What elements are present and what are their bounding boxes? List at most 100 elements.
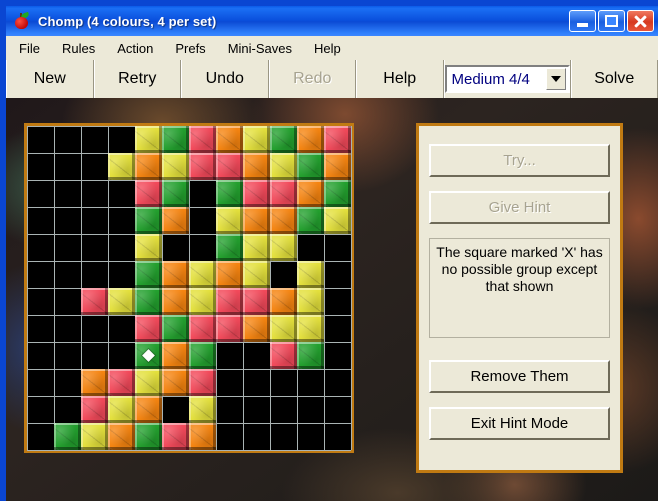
board-cell[interactable] [270, 180, 297, 207]
board-cell[interactable] [270, 207, 297, 234]
difficulty-select[interactable]: Medium 4/4 [444, 65, 570, 93]
board-cell[interactable] [297, 126, 324, 153]
board-cell[interactable] [216, 180, 243, 207]
board-cell[interactable] [297, 207, 324, 234]
board-cell[interactable] [297, 315, 324, 342]
board-cell[interactable] [324, 180, 351, 207]
board-cell[interactable] [216, 315, 243, 342]
board-cell[interactable] [243, 234, 270, 261]
board-cell[interactable] [270, 288, 297, 315]
board-cell[interactable] [108, 288, 135, 315]
board-cell[interactable] [81, 396, 108, 423]
menu-item-rules[interactable]: Rules [53, 39, 104, 58]
board-cell[interactable] [297, 342, 324, 369]
board-cell[interactable] [189, 315, 216, 342]
menu-item-mini-saves[interactable]: Mini-Saves [219, 39, 301, 58]
chevron-down-icon[interactable] [545, 68, 566, 90]
game-board[interactable] [24, 123, 354, 453]
board-cell[interactable] [216, 288, 243, 315]
solve-button[interactable]: Solve [570, 60, 658, 98]
menu-item-prefs[interactable]: Prefs [166, 39, 214, 58]
board-cell[interactable] [297, 261, 324, 288]
board-cell[interactable] [135, 207, 162, 234]
board-cell[interactable] [108, 369, 135, 396]
retry-button[interactable]: Retry [93, 60, 181, 98]
cell-face [216, 153, 243, 180]
board-cell[interactable] [189, 153, 216, 180]
board-cell[interactable] [81, 423, 108, 450]
cell-face [216, 126, 243, 153]
board-cell[interactable] [189, 261, 216, 288]
board-cell[interactable] [162, 180, 189, 207]
board-cell[interactable] [135, 423, 162, 450]
board-cell[interactable] [216, 153, 243, 180]
board-cell[interactable] [162, 369, 189, 396]
board-cell[interactable] [162, 207, 189, 234]
board-cell[interactable] [243, 261, 270, 288]
help-button[interactable]: Help [356, 60, 444, 98]
new-button[interactable]: New [6, 60, 94, 98]
board-cell[interactable] [189, 423, 216, 450]
board-cell[interactable] [243, 126, 270, 153]
board-cell[interactable] [135, 315, 162, 342]
board-cell[interactable] [216, 261, 243, 288]
board-cell[interactable] [135, 288, 162, 315]
board-cell[interactable] [135, 234, 162, 261]
board-cell[interactable] [270, 234, 297, 261]
board-cell[interactable] [216, 126, 243, 153]
board-cell[interactable] [135, 396, 162, 423]
menu-item-help[interactable]: Help [305, 39, 350, 58]
menu-item-file[interactable]: File [10, 39, 49, 58]
cell-face [216, 315, 243, 342]
menu-item-action[interactable]: Action [108, 39, 162, 58]
board-cell[interactable] [324, 153, 351, 180]
board-cell[interactable] [324, 207, 351, 234]
board-cell[interactable] [162, 342, 189, 369]
board-cell[interactable] [243, 207, 270, 234]
board-cell[interactable] [189, 369, 216, 396]
board-cell[interactable] [243, 180, 270, 207]
board-cell[interactable] [243, 315, 270, 342]
board-cell[interactable] [270, 126, 297, 153]
board-cell[interactable] [81, 288, 108, 315]
board-cell[interactable] [135, 342, 162, 369]
board-cell[interactable] [108, 153, 135, 180]
undo-button[interactable]: Undo [181, 60, 269, 98]
close-button[interactable] [627, 10, 654, 32]
board-cell[interactable] [297, 180, 324, 207]
board-cell[interactable] [243, 288, 270, 315]
board-cell[interactable] [270, 342, 297, 369]
board-cell[interactable] [81, 369, 108, 396]
board-cell[interactable] [189, 396, 216, 423]
board-cell[interactable] [189, 342, 216, 369]
board-cell[interactable] [243, 153, 270, 180]
board-cell[interactable] [297, 153, 324, 180]
remove-them-button[interactable]: Remove Them [429, 360, 610, 393]
board-grid[interactable] [27, 126, 352, 451]
board-cell[interactable] [216, 234, 243, 261]
board-cell[interactable] [162, 315, 189, 342]
board-cell[interactable] [324, 126, 351, 153]
minimize-button[interactable] [569, 10, 596, 32]
board-cell[interactable] [108, 396, 135, 423]
exit-hint-mode-button[interactable]: Exit Hint Mode [429, 407, 610, 440]
board-cell[interactable] [135, 180, 162, 207]
board-cell[interactable] [162, 261, 189, 288]
board-cell[interactable] [135, 261, 162, 288]
board-cell[interactable] [189, 126, 216, 153]
board-cell[interactable] [297, 288, 324, 315]
board-cell[interactable] [162, 126, 189, 153]
board-cell[interactable] [162, 423, 189, 450]
board-cell[interactable] [108, 423, 135, 450]
board-cell[interactable] [54, 423, 81, 450]
board-cell[interactable] [135, 369, 162, 396]
board-cell[interactable] [216, 207, 243, 234]
board-cell[interactable] [162, 153, 189, 180]
board-cell[interactable] [270, 315, 297, 342]
board-cell[interactable] [135, 126, 162, 153]
board-cell[interactable] [270, 153, 297, 180]
board-cell[interactable] [135, 153, 162, 180]
board-cell[interactable] [162, 288, 189, 315]
board-cell[interactable] [189, 288, 216, 315]
maximize-button[interactable] [598, 10, 625, 32]
